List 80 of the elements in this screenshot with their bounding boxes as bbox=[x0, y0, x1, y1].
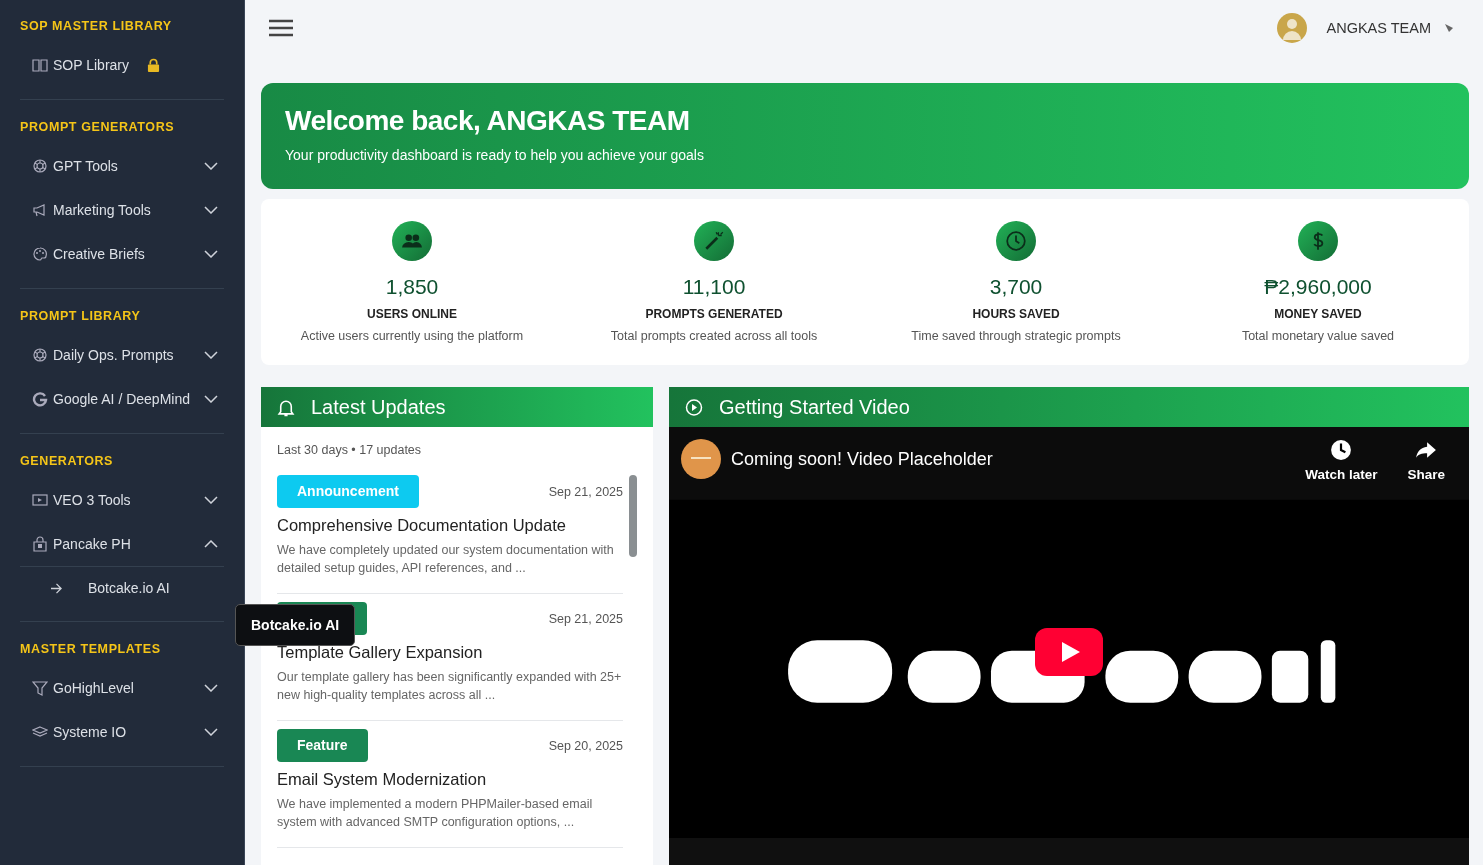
menu-icon[interactable] bbox=[269, 19, 293, 37]
stat-label: MONEY SAVED bbox=[1274, 307, 1362, 321]
video-icon bbox=[32, 492, 48, 508]
stat-description: Total monetary value saved bbox=[1241, 329, 1395, 343]
magic-wand-icon bbox=[694, 221, 734, 261]
chevron-down-icon[interactable] bbox=[204, 395, 218, 403]
play-button-icon[interactable] bbox=[1035, 628, 1103, 676]
stat-value: 1,850 bbox=[385, 275, 439, 299]
update-text: Our template gallery has been significantly expanded with 25+ new high-quality templates across all ... bbox=[277, 669, 623, 704]
share-button[interactable]: Share bbox=[1407, 439, 1445, 482]
channel-avatar-icon[interactable] bbox=[681, 439, 721, 479]
section-heading: MASTER TEMPLATES bbox=[20, 642, 162, 656]
update-text: We have completely updated our system documentation with detailed setup guides, API references, and ... bbox=[277, 542, 615, 577]
megaphone-icon bbox=[32, 202, 48, 218]
chevron-down-icon[interactable] bbox=[204, 728, 218, 736]
stat-description: Time saved through strategic prompts bbox=[911, 329, 1121, 343]
panel-title: Latest Updates bbox=[311, 395, 446, 419]
scrollbar[interactable] bbox=[629, 475, 637, 557]
stat-value: ₱2,960,000 bbox=[1264, 275, 1372, 299]
banner-subtitle: Your productivity dashboard is ready to help you achieve your goals bbox=[285, 147, 705, 163]
book-icon bbox=[32, 57, 48, 73]
play-circle-icon bbox=[685, 397, 703, 417]
chevron-down-icon[interactable] bbox=[204, 496, 218, 504]
update-date: Sep 20, 2025 bbox=[548, 738, 623, 753]
update-text: We have implemented a modern PHPMailer-based email system with advanced SMTP configuration options, ... bbox=[277, 796, 594, 831]
update-title[interactable]: Email System Modernization bbox=[277, 770, 623, 789]
update-date: Sep 21, 2025 bbox=[548, 611, 623, 626]
stat-value: 11,100 bbox=[682, 275, 746, 299]
nav-item[interactable]: VEO 3 Tools bbox=[20, 478, 224, 522]
banner-title: Welcome back, ANGKAS TEAM bbox=[285, 105, 691, 137]
stat-description: Total prompts created across all tools bbox=[610, 329, 818, 343]
update-title[interactable]: Template Gallery Expansion bbox=[277, 643, 623, 662]
stat-value: 3,700 bbox=[989, 275, 1043, 299]
nav-item[interactable]: Creative Briefs bbox=[20, 232, 224, 276]
nav-item[interactable]: Google AI / DeepMind bbox=[20, 377, 224, 421]
stat-label: USERS ONLINE bbox=[367, 307, 457, 321]
clock-icon bbox=[1330, 439, 1353, 461]
clock-icon bbox=[996, 221, 1036, 261]
palette-icon bbox=[32, 246, 48, 262]
knot-icon bbox=[32, 347, 48, 363]
update-date: Sep 21, 2025 bbox=[548, 484, 623, 499]
caret-icon[interactable] bbox=[1445, 24, 1453, 32]
category-badge: Feature bbox=[277, 729, 368, 762]
chevron-down-icon[interactable] bbox=[204, 162, 218, 170]
tooltip: Botcake.io AI bbox=[235, 604, 356, 646]
stat-label: HOURS SAVED bbox=[972, 307, 1060, 321]
shopping-bag-icon bbox=[32, 536, 48, 552]
nav-item[interactable]: Daily Ops. Prompts bbox=[20, 333, 224, 377]
users-icon bbox=[392, 221, 432, 261]
chevron-down-icon[interactable] bbox=[204, 684, 218, 692]
nav-item[interactable]: GPT Tools bbox=[20, 144, 224, 188]
g-logo-icon bbox=[32, 391, 48, 407]
chevron-up-icon[interactable] bbox=[204, 540, 218, 548]
nav-item[interactable]: SOP Library bbox=[20, 43, 224, 87]
stat-description: Active users currently using the platform bbox=[300, 329, 524, 343]
section-heading: SOP MASTER LIBRARY bbox=[20, 19, 173, 33]
bell-icon bbox=[277, 397, 295, 417]
update-title[interactable]: Comprehensive Documentation Update bbox=[277, 516, 623, 535]
nav-item[interactable]: Marketing Tools bbox=[20, 188, 224, 232]
knot-icon bbox=[32, 158, 48, 174]
chevron-down-icon[interactable] bbox=[204, 351, 218, 359]
video-title[interactable]: Coming soon! Video Placeholder bbox=[731, 439, 993, 479]
dollar-icon bbox=[1298, 221, 1338, 261]
user-name[interactable]: ANGKAS TEAM bbox=[1326, 20, 1431, 36]
section-heading: PROMPT LIBRARY bbox=[20, 309, 142, 323]
chevron-down-icon[interactable] bbox=[204, 250, 218, 258]
section-heading: PROMPT GENERATORS bbox=[20, 120, 176, 134]
stat-label: PROMPTS GENERATED bbox=[645, 307, 783, 321]
funnel-icon bbox=[32, 680, 48, 696]
nav-item[interactable]: Pancake PH bbox=[20, 522, 224, 566]
nav-subitem[interactable]: Botcake.io AI bbox=[20, 567, 224, 609]
updates-summary: Last 30 days • 17 updates bbox=[277, 443, 423, 457]
nav-item[interactable]: GoHighLevel bbox=[20, 666, 224, 710]
watch-later-button[interactable]: Watch later bbox=[1305, 439, 1378, 482]
arrow-right-icon bbox=[50, 582, 63, 594]
category-badge: Announcement bbox=[277, 475, 419, 508]
chevron-down-icon[interactable] bbox=[204, 206, 218, 214]
section-heading: GENERATORS bbox=[20, 454, 115, 468]
nav-item[interactable]: Systeme IO bbox=[20, 710, 224, 754]
panel-title: Getting Started Video bbox=[719, 395, 910, 419]
